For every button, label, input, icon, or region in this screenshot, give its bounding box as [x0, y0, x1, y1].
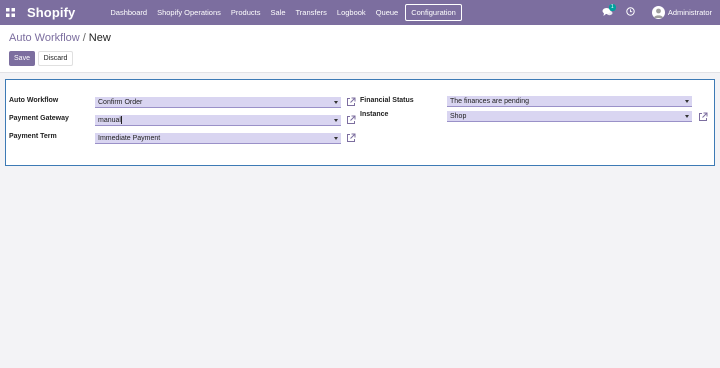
external-link-icon [699, 112, 708, 121]
instance-label: Instance [360, 111, 389, 118]
user-icon [653, 8, 663, 18]
external-link-icon [347, 133, 356, 142]
instance-value: Shop [450, 113, 467, 120]
menu-sale[interactable]: Sale [265, 0, 290, 25]
top-navbar: Shopify Dashboard Shopify Operations Pro… [0, 0, 720, 25]
text-cursor [121, 116, 123, 125]
payment-gateway-label: Payment Gateway [9, 115, 69, 122]
activities-button[interactable] [626, 6, 638, 19]
navbar-systray: 1 Administrator [602, 0, 720, 25]
menu-queue[interactable]: Queue [371, 0, 404, 25]
form-sheet: Auto Workflow Confirm Order Payment Gate… [5, 79, 715, 166]
payment-term-select[interactable]: Immediate Payment [95, 133, 341, 144]
auto-workflow-label: Auto Workflow [9, 97, 59, 104]
menu-shopify-operations[interactable]: Shopify Operations [152, 0, 226, 25]
payment-term-external-link[interactable] [346, 133, 356, 143]
chevron-down-icon [334, 137, 338, 140]
payment-gateway-value: manual [98, 117, 121, 124]
menu-configuration[interactable]: Configuration [405, 4, 462, 21]
user-avatar[interactable] [651, 6, 665, 19]
external-link-icon [347, 97, 356, 106]
chevron-down-icon [685, 115, 689, 118]
payment-term-label: Payment Term [9, 133, 57, 140]
chevron-down-icon [685, 100, 689, 103]
clock-icon [626, 6, 635, 16]
payment-gateway-input[interactable]: manual [95, 115, 341, 126]
chevron-down-icon [334, 101, 338, 104]
financial-status-label: Financial Status [360, 97, 414, 104]
financial-status-select[interactable]: The finances are pending [447, 96, 692, 107]
financial-status-value: The finances are pending [450, 98, 529, 105]
auto-workflow-value: Confirm Order [98, 99, 143, 106]
messages-count-badge: 1 [608, 3, 616, 11]
menu-products[interactable]: Products [226, 0, 266, 25]
payment-term-value: Immediate Payment [98, 135, 161, 142]
user-name[interactable]: Administrator [668, 8, 712, 17]
breadcrumb-current: New [88, 32, 111, 44]
breadcrumb: Auto Workflow / New [9, 32, 111, 44]
menu-logbook[interactable]: Logbook [332, 0, 371, 25]
auto-workflow-select[interactable]: Confirm Order [95, 97, 341, 108]
apps-menu-icon[interactable] [1, 0, 19, 25]
chevron-down-icon [334, 119, 338, 122]
instance-select[interactable]: Shop [447, 111, 692, 122]
save-button[interactable]: Save [9, 51, 35, 66]
instance-external-link[interactable] [698, 112, 708, 122]
breadcrumb-separator: / [82, 32, 86, 44]
auto-workflow-external-link[interactable] [346, 97, 356, 107]
breadcrumb-parent[interactable]: Auto Workflow [9, 32, 80, 44]
messages-button[interactable]: 1 [602, 3, 616, 19]
external-link-icon [347, 115, 356, 124]
menu-dashboard[interactable]: Dashboard [105, 0, 152, 25]
main-menu: Dashboard Shopify Operations Products Sa… [105, 0, 462, 25]
app-brand[interactable]: Shopify [27, 5, 75, 20]
menu-transfers[interactable]: Transfers [291, 0, 332, 25]
control-panel: Auto Workflow / New Save Discard [0, 25, 720, 73]
payment-gateway-external-link[interactable] [346, 115, 356, 125]
discard-button[interactable]: Discard [38, 51, 73, 66]
